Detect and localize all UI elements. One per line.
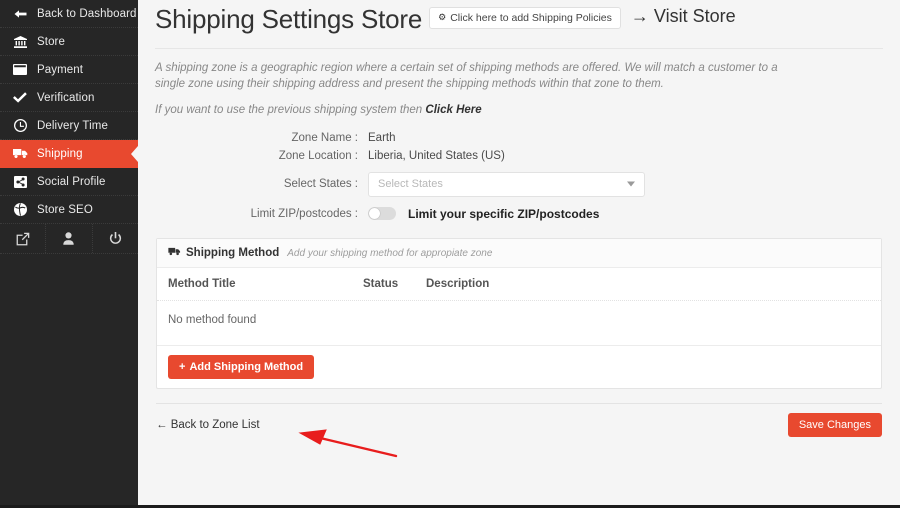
sidebar-item-label: Store	[37, 36, 65, 48]
column-status: Status	[363, 278, 426, 290]
page-header: Shipping Settings Store ⚙ Click here to ad…	[138, 0, 900, 36]
sidebar-item-label: Store SEO	[37, 204, 93, 216]
plus-icon: +	[179, 361, 185, 373]
truck-icon	[168, 247, 181, 256]
add-shipping-method-button[interactable]: + Add Shipping Method	[168, 355, 314, 379]
zone-location-label: Zone Location :	[138, 150, 368, 162]
legacy-system-link[interactable]: Click Here	[425, 104, 481, 116]
sidebar-item-delivery-time[interactable]: Delivery Time	[0, 112, 138, 140]
select-states-placeholder: Select States	[378, 178, 443, 190]
external-link-icon	[16, 232, 30, 246]
sidebar-item-store-seo[interactable]: Store SEO	[0, 196, 138, 224]
column-description: Description	[426, 278, 489, 290]
select-states-label: Select States :	[138, 178, 368, 190]
legacy-system-note: If you want to use the previous shipping…	[155, 102, 800, 119]
limit-zip-row: Limit ZIP/postcodes : Limit your specifi…	[138, 207, 900, 221]
power-icon	[109, 232, 122, 245]
sidebar-item-payment[interactable]: Payment	[0, 56, 138, 84]
panel-header: Shipping Method Add your shipping method…	[157, 239, 881, 268]
sidebar-item-label: Social Profile	[37, 176, 106, 188]
zone-name-value: Earth	[368, 132, 396, 144]
bank-icon	[9, 36, 31, 48]
select-states-input[interactable]: Select States	[368, 172, 645, 197]
chevron-down-icon	[627, 182, 635, 187]
toggle-knob	[369, 208, 380, 219]
methods-table-header: Method Title Status Description	[157, 268, 881, 301]
app-root: Back to Dashboard Store Payment Verifica…	[0, 0, 900, 508]
visit-store-link[interactable]: → Visit Store	[631, 6, 736, 27]
empty-state-text: No method found	[168, 314, 870, 326]
zone-form: Zone Name : Earth Zone Location : Liberi…	[138, 132, 900, 221]
zone-name-label: Zone Name :	[138, 132, 368, 144]
shipping-method-panel: Shipping Method Add your shipping method…	[156, 238, 882, 389]
sidebar-item-label: Delivery Time	[37, 120, 108, 132]
column-method-title: Method Title	[168, 278, 363, 290]
sidebar-tool-visit-store[interactable]	[0, 224, 46, 253]
credit-card-icon	[9, 64, 31, 75]
select-states-row: Select States : Select States	[138, 172, 900, 197]
truck-icon	[9, 148, 31, 159]
sidebar-item-label: Back to Dashboard	[37, 8, 137, 20]
sidebar: Back to Dashboard Store Payment Verifica…	[0, 0, 138, 505]
sidebar-tools	[0, 224, 138, 254]
main-content: Shipping Settings Store ⚙ Click here to ad…	[138, 0, 900, 505]
panel-subtitle: Add your shipping method for appropiate …	[287, 248, 492, 259]
globe-icon	[9, 203, 31, 216]
limit-zip-label: Limit ZIP/postcodes :	[138, 208, 368, 220]
zone-name-row: Zone Name : Earth	[138, 132, 900, 144]
sidebar-item-back-to-dashboard[interactable]: Back to Dashboard	[0, 0, 138, 28]
sidebar-item-store[interactable]: Store	[0, 28, 138, 56]
add-shipping-policies-label: Click here to add Shipping Policies	[450, 12, 612, 24]
add-shipping-policies-button[interactable]: ⚙ Click here to add Shipping Policies	[429, 7, 621, 29]
sidebar-tool-profile[interactable]	[46, 224, 92, 253]
sidebar-item-label: Verification	[37, 92, 94, 104]
panel-footer: + Add Shipping Method	[157, 346, 881, 388]
sidebar-item-social-profile[interactable]: Social Profile	[0, 168, 138, 196]
clock-icon	[9, 119, 31, 132]
header-divider	[155, 48, 883, 49]
share-icon	[9, 176, 31, 188]
add-shipping-method-label: Add Shipping Method	[189, 361, 303, 373]
legacy-system-prefix: If you want to use the previous shipping…	[155, 104, 425, 116]
back-to-zone-list-link[interactable]: ← Back to Zone List	[156, 419, 260, 431]
zone-location-row: Zone Location : Liberia, United States (…	[138, 150, 900, 162]
limit-zip-toggle[interactable]	[368, 207, 396, 220]
save-changes-button[interactable]: Save Changes	[788, 413, 882, 437]
limit-zip-toggle-text: Limit your specific ZIP/postcodes	[408, 207, 599, 221]
sidebar-item-label: Shipping	[37, 148, 83, 160]
sidebar-item-label: Payment	[37, 64, 83, 76]
user-icon	[63, 232, 74, 245]
methods-table-body: No method found	[157, 301, 881, 346]
panel-title: Shipping Method	[186, 247, 279, 259]
sidebar-item-shipping[interactable]: Shipping	[0, 140, 138, 168]
arrow-left-icon	[9, 9, 31, 19]
sidebar-tool-logout[interactable]	[93, 224, 138, 253]
sidebar-item-verification[interactable]: Verification	[0, 84, 138, 112]
page-footer: ← Back to Zone List Save Changes	[156, 404, 882, 437]
intro-paragraph: A shipping zone is a geographic region w…	[155, 60, 800, 93]
zone-location-value: Liberia, United States (US)	[368, 150, 505, 162]
page-title: Shipping Settings Store	[155, 4, 422, 34]
check-icon	[9, 92, 31, 103]
gear-icon: ⚙	[438, 12, 446, 23]
